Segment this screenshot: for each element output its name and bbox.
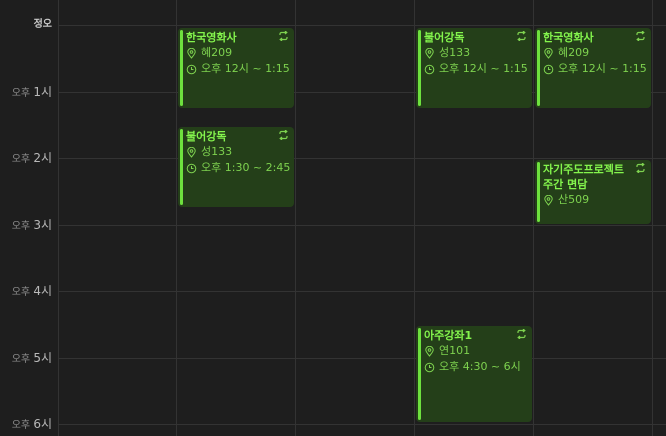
repeat-icon xyxy=(636,163,645,173)
hour-line-5 xyxy=(58,358,666,359)
event-location-text: 연101 xyxy=(439,344,471,357)
event-time: 오후 1:30 ~ 2:45 xyxy=(186,160,290,176)
time-period: 오후 xyxy=(11,88,31,99)
hour-line-3 xyxy=(58,225,666,226)
calendar-event[interactable]: 아주강좌1 연101 오후 4:30 ~ 6시 xyxy=(416,326,532,422)
event-color-bar xyxy=(180,129,183,205)
clock-icon xyxy=(186,64,197,74)
event-location: 연101 xyxy=(424,343,528,359)
time-label-noon: 정오 xyxy=(0,19,52,31)
event-time-text: 오후 12시 ~ 1:15 xyxy=(201,62,290,75)
hour-line-noon xyxy=(58,25,666,26)
clock-icon xyxy=(543,64,554,74)
event-location: 성133 xyxy=(424,45,528,61)
event-location: 혜209 xyxy=(186,45,290,61)
day-separator xyxy=(58,0,59,436)
time-hour: 2시 xyxy=(33,151,52,165)
event-title: 불어강독 xyxy=(186,130,227,143)
location-pin-icon xyxy=(187,47,196,59)
clock-icon xyxy=(186,163,197,173)
clock-icon xyxy=(424,362,435,372)
time-label-6pm: 오후 6시 xyxy=(0,418,52,432)
clock-icon xyxy=(424,64,435,74)
location-pin-icon xyxy=(544,47,553,59)
event-time-text: 오후 12시 ~ 1:15 xyxy=(439,62,528,75)
event-title: 한국영화사 xyxy=(186,31,237,44)
event-color-bar xyxy=(537,30,540,106)
event-color-bar xyxy=(418,328,421,420)
location-pin-icon xyxy=(544,194,553,206)
event-time: 오후 12시 ~ 1:15 xyxy=(543,61,647,77)
event-location-text: 혜209 xyxy=(201,46,233,59)
repeat-icon xyxy=(517,31,526,41)
time-hour: 5시 xyxy=(33,351,52,365)
time-label-4pm: 오후 4시 xyxy=(0,285,52,299)
location-pin-icon xyxy=(425,345,434,357)
event-color-bar xyxy=(418,30,421,106)
time-label-3pm: 오후 3시 xyxy=(0,219,52,233)
event-color-bar xyxy=(180,30,183,106)
event-location-text: 혜209 xyxy=(558,46,590,59)
time-period: 오후 xyxy=(11,287,31,298)
event-title: 불어강독 xyxy=(424,31,465,44)
repeat-icon xyxy=(517,329,526,339)
time-hour: 1시 xyxy=(33,85,52,99)
hour-line-6 xyxy=(58,424,666,425)
time-label-2pm: 오후 2시 xyxy=(0,152,52,166)
event-time-text: 오후 4:30 ~ 6시 xyxy=(439,360,521,373)
day-separator xyxy=(652,0,653,436)
time-hour: 3시 xyxy=(33,218,52,232)
event-title: 한국영화사 xyxy=(543,31,594,44)
event-time-text: 오후 1:30 ~ 2:45 xyxy=(201,161,291,174)
event-location-text: 산509 xyxy=(558,193,590,206)
hour-line-4 xyxy=(58,291,666,292)
time-period: 오후 xyxy=(11,420,31,431)
time-hour: 6시 xyxy=(33,417,52,431)
event-title: 자기주도프로젝트 주간 면담 xyxy=(543,163,624,191)
location-pin-icon xyxy=(425,47,434,59)
event-time-text: 오후 12시 ~ 1:15 xyxy=(558,62,647,75)
day-separator xyxy=(295,0,296,436)
location-pin-icon xyxy=(187,146,196,158)
time-period: 오후 xyxy=(11,154,31,165)
calendar-event[interactable]: 한국영화사 혜209 오후 12시 ~ 1:15 xyxy=(535,28,651,108)
time-hour: 4시 xyxy=(33,284,52,298)
calendar-event[interactable]: 자기주도프로젝트 주간 면담 산509 xyxy=(535,160,651,224)
event-time: 오후 12시 ~ 1:15 xyxy=(186,61,290,77)
repeat-icon xyxy=(279,31,288,41)
event-location-text: 성133 xyxy=(201,145,233,158)
time-label-5pm: 오후 5시 xyxy=(0,352,52,366)
time-period: 오후 xyxy=(11,354,31,365)
event-location-text: 성133 xyxy=(439,46,471,59)
event-time: 오후 12시 ~ 1:15 xyxy=(424,61,528,77)
event-title: 아주강좌1 xyxy=(424,329,473,342)
repeat-icon xyxy=(279,130,288,140)
hour-line-2 xyxy=(58,158,666,159)
repeat-icon xyxy=(636,31,645,41)
calendar-event[interactable]: 불어강독 성133 오후 1:30 ~ 2:45 xyxy=(178,127,294,207)
event-location: 산509 xyxy=(543,192,647,208)
time-period: 오후 xyxy=(11,221,31,232)
day-separator xyxy=(533,0,534,436)
time-label-1pm: 오후 1시 xyxy=(0,86,52,100)
event-time: 오후 4:30 ~ 6시 xyxy=(424,359,528,375)
event-location: 성133 xyxy=(186,144,290,160)
event-color-bar xyxy=(537,162,540,222)
calendar-event[interactable]: 한국영화사 혜209 오후 12시 ~ 1:15 xyxy=(178,28,294,108)
day-separator xyxy=(176,0,177,436)
calendar-event[interactable]: 불어강독 성133 오후 12시 ~ 1:15 xyxy=(416,28,532,108)
event-location: 혜209 xyxy=(543,45,647,61)
day-separator xyxy=(414,0,415,436)
time-label-text: 정오 xyxy=(33,19,52,30)
